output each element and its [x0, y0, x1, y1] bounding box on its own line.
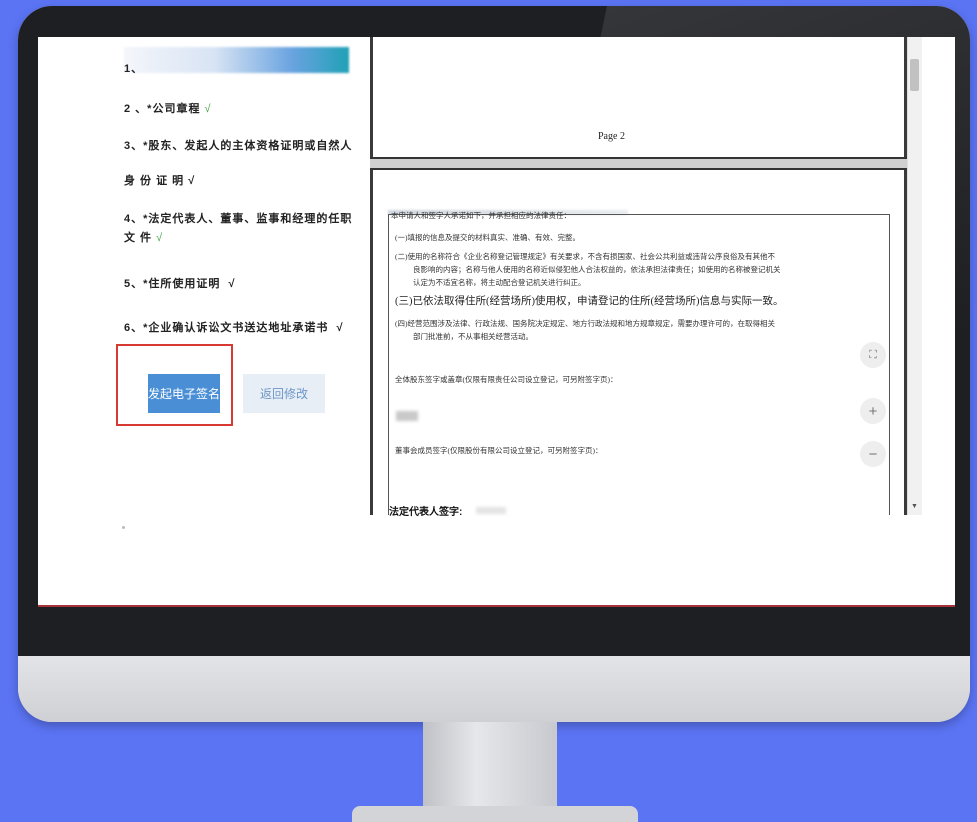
stray-dot [122, 526, 125, 529]
scroll-down-arrow-icon[interactable]: ▼ [911, 503, 918, 510]
checklist-item-2: 2 、*公司章程 √ [124, 103, 212, 115]
doc-intro: 本申请人和签字人承诺如下，并承担相应的法律责任： [391, 211, 571, 220]
doc-clause-4: (四)经营范围涉及法律、行政法规、国务院决定规定、地方行政法规和地方规章规定，需… [395, 319, 775, 328]
start-e-signature-button[interactable]: 发起电子签名 [148, 374, 220, 413]
blurred-item-name [124, 47, 349, 73]
zoom-out-button[interactable]: − [860, 441, 886, 467]
check-mark-icon: √ [188, 175, 196, 187]
screen: 1、 2 、*公司章程 √ 3、*股东、发起人的主体资格证明或自然人 身 份 证… [38, 37, 955, 605]
viewer-scrollbar[interactable]: ▼ [907, 37, 922, 515]
checklist-item-3: 3、*股东、发起人的主体资格证明或自然人 [124, 140, 353, 152]
monitor-stand [423, 722, 557, 808]
legal-representative-signature-label: 法定代表人签字: [389, 507, 463, 518]
doc-directors-signature: 董事会成员签字(仅限股份有限公司设立登记，可另附签字页)： [395, 446, 603, 455]
check-mark-icon: √ [204, 103, 212, 115]
check-mark-icon: √ [228, 278, 236, 290]
fit-page-icon[interactable]: ⛶ [860, 342, 886, 368]
doc-clause-2-line-3: 认定为不适宜名称，将主动配合登记机关进行纠正。 [413, 278, 586, 287]
checklist-item-5: 5、*住所使用证明 √ [124, 278, 236, 290]
zoom-in-button[interactable]: + [860, 398, 886, 424]
doc-clause-2: (二)使用的名称符合《企业名称登记管理规定》有关要求，不含有损国家、社会公共利益… [395, 252, 775, 261]
doc-clause-2-line-2: 良影响的内容；名称与他人使用的名称近似侵犯他人合法权益的，依法承担法律责任；如使… [413, 265, 781, 274]
page-number-label: Page 2 [598, 131, 625, 142]
viewer-left-border [370, 37, 373, 515]
check-mark-icon: √ [156, 232, 164, 244]
blurred-legal-rep-signature [476, 507, 506, 514]
scrollbar-thumb[interactable] [910, 59, 919, 91]
check-mark-icon: √ [336, 322, 344, 334]
material-checklist: 1、 2 、*公司章程 √ 3、*股东、发起人的主体资格证明或自然人 身 份 证… [38, 37, 368, 605]
page-separator [370, 157, 907, 170]
monitor-chin [18, 656, 970, 722]
blurred-signature [396, 411, 418, 421]
doc-shareholders-signature: 全体股东签字或盖章(仅限有限责任公司设立登记，可另附签字页)： [395, 375, 618, 384]
return-to-edit-button[interactable]: 返回修改 [243, 374, 325, 413]
checklist-item-6: 6、*企业确认诉讼文书送达地址承诺书 √ [124, 322, 344, 334]
monitor-base [352, 806, 638, 822]
doc-clause-4-line-2: 部门批准前，不从事相关经营活动。 [413, 332, 533, 341]
checklist-item-4-continued: 文 件 √ [124, 232, 164, 244]
doc-clause-3: (三)已依法取得住所(经营场所)使用权，申请登记的住所(经营场所)信息与实际一致… [395, 296, 784, 307]
doc-clause-1: (一)填报的信息及提交的材料真实、准确、有效、完整。 [395, 233, 580, 242]
checklist-item-3-continued: 身 份 证 明 √ [124, 175, 196, 187]
checklist-item-1: 1、 [124, 63, 144, 75]
